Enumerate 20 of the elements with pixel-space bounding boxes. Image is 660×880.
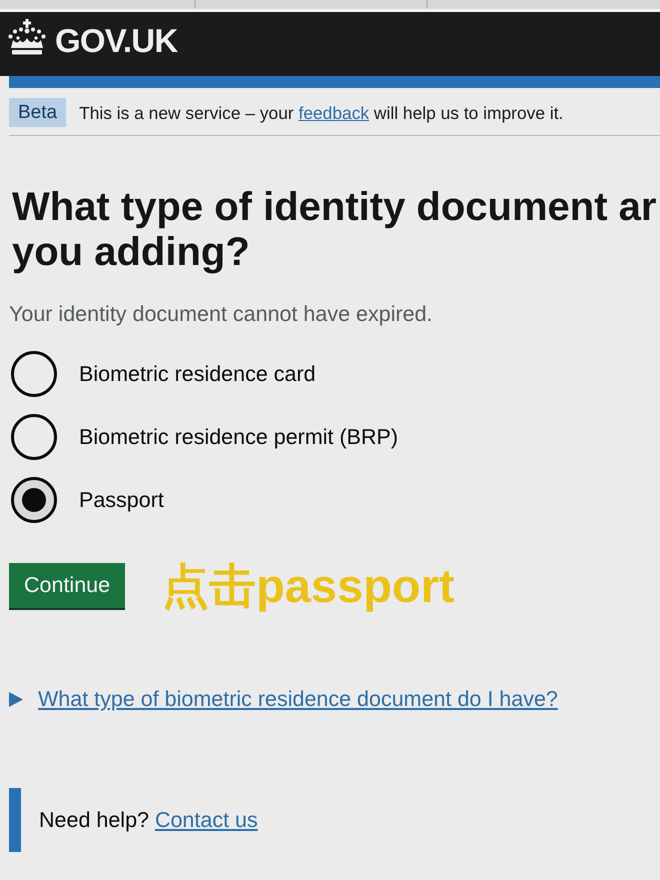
phase-banner-text: This is a new service – your feedback will help us to improve it. xyxy=(79,102,564,124)
details-summary-link[interactable]: What type of biometric residence document do I have? xyxy=(38,686,558,712)
radio-label[interactable]: Biometric residence card xyxy=(79,361,316,387)
phase-tag: Beta xyxy=(9,98,66,127)
crown-icon[interactable] xyxy=(8,19,46,55)
radio-label[interactable]: Biometric residence permit (BRP) xyxy=(79,424,398,450)
hint-text: Your identity document cannot have expired. xyxy=(9,301,434,327)
radio-label[interactable]: Passport xyxy=(79,487,164,513)
inset-bar xyxy=(9,788,21,852)
triangle-icon[interactable] xyxy=(9,692,23,706)
radio-button[interactable] xyxy=(11,351,57,397)
feedback-link[interactable]: feedback xyxy=(298,102,370,122)
help-text: Need help? Contact us xyxy=(39,807,258,833)
annotation-text: 点击passport xyxy=(162,561,455,611)
contact-us-link[interactable]: Contact us xyxy=(154,808,258,832)
radio-button[interactable] xyxy=(11,414,57,460)
page-heading: What type of identity document ar you adding? xyxy=(11,185,656,275)
continue-button[interactable]: Continue xyxy=(9,562,126,608)
radio-button[interactable] xyxy=(11,477,57,523)
logo-text[interactable]: GOV.UK xyxy=(55,24,178,58)
